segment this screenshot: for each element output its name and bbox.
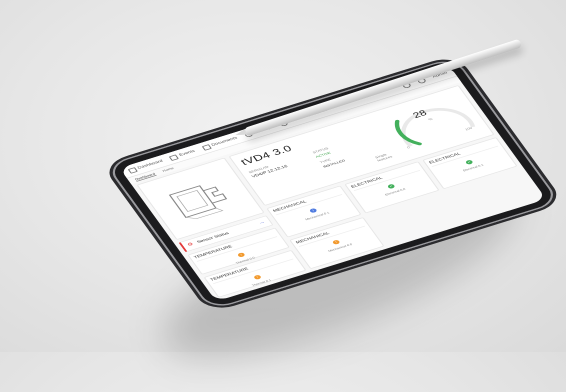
grid-icon: [127, 166, 138, 174]
arrow-right-icon[interactable]: →: [258, 220, 267, 226]
document-icon: [201, 143, 212, 151]
tablet-device: Dashboard Events Documents Settings More…: [105, 56, 561, 311]
list-icon: [168, 154, 180, 161]
sensor-icon: ⚙: [186, 242, 195, 248]
warning-icon: !: [236, 251, 246, 258]
product-scene: Dashboard Events Documents Settings More…: [0, 0, 566, 392]
warning-icon: !: [253, 274, 262, 281]
nav-events-label: Events: [178, 148, 197, 158]
info-icon: i: [308, 207, 318, 214]
switchgear-drawing: [168, 185, 228, 219]
warning-icon: !: [331, 239, 341, 245]
check-icon: ✓: [386, 183, 396, 190]
features-note[interactable]: Single features: [374, 149, 403, 163]
check-icon: ✓: [464, 159, 474, 165]
